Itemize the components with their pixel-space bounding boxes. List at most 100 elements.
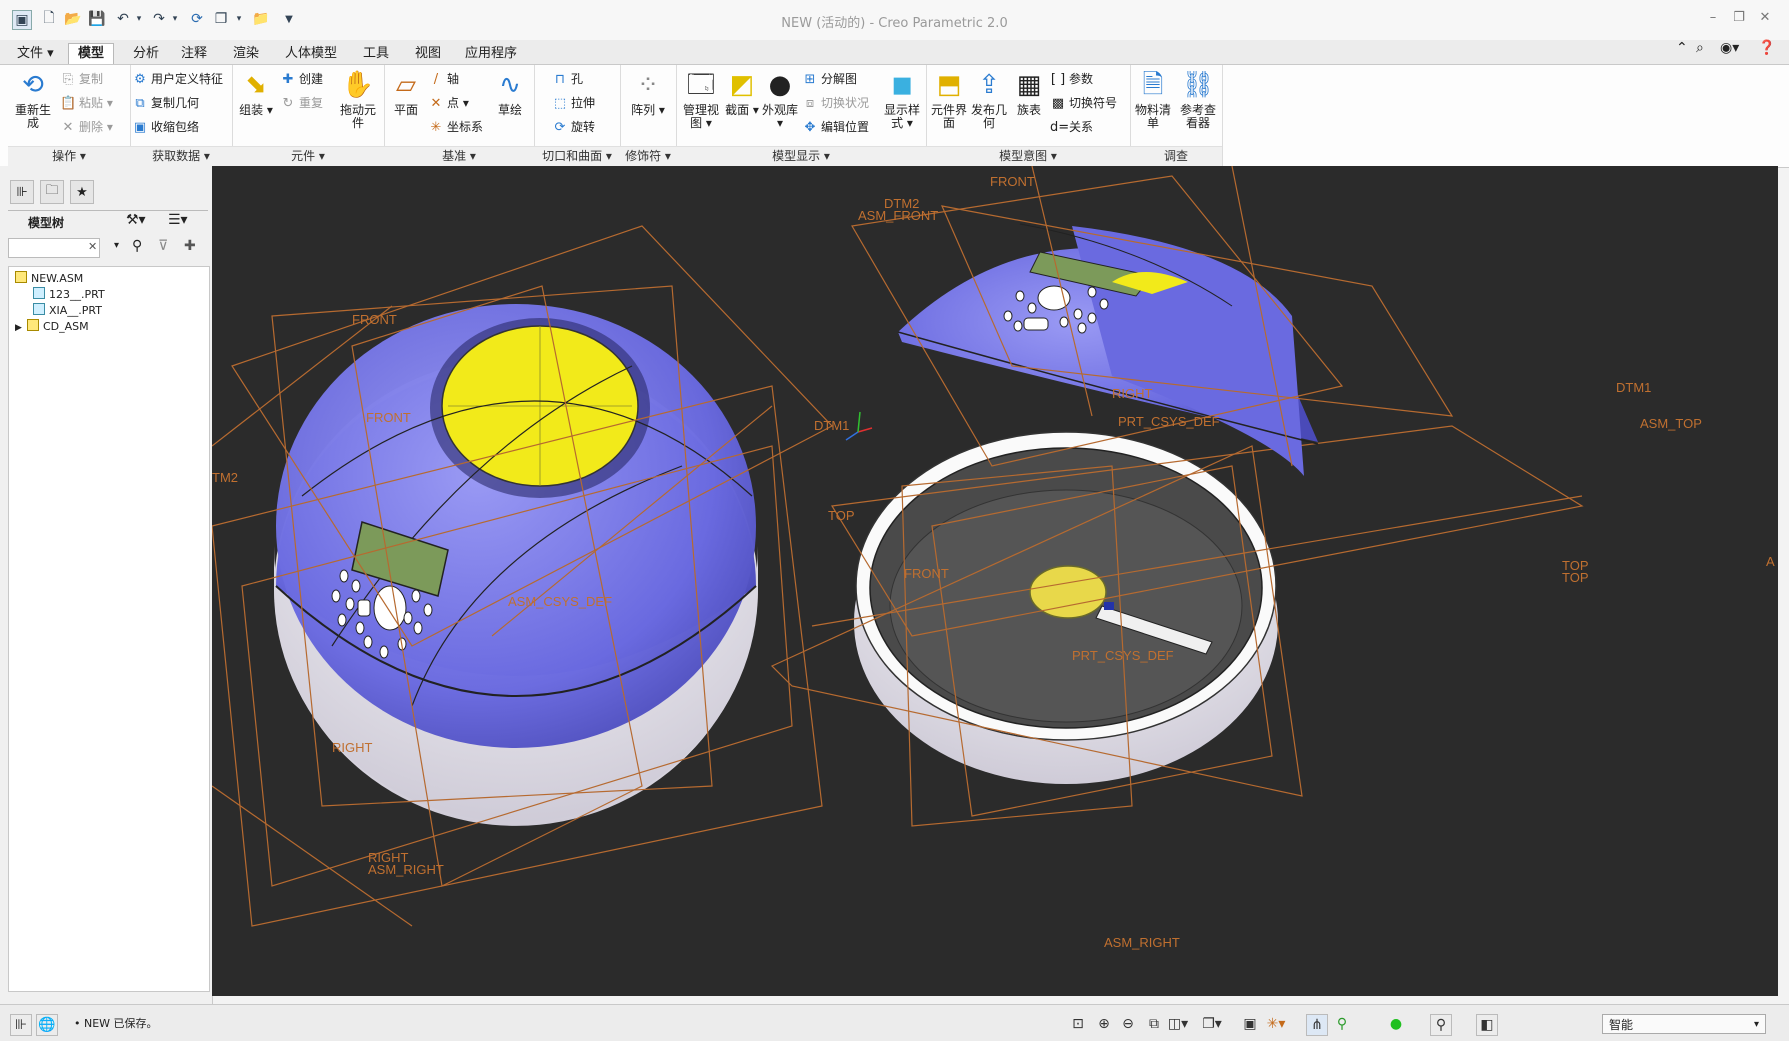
group-label[interactable]: 获取数据 ▾ (130, 146, 232, 166)
group-label[interactable]: 模型显示 ▾ (676, 146, 926, 166)
minimize-icon[interactable]: – (1704, 10, 1722, 28)
family-table-button[interactable]: ▦ 族表 (1010, 69, 1048, 117)
browser-icon[interactable]: 🌐 (36, 1014, 58, 1036)
zoom-out-icon[interactable]: ⊖ (1118, 1014, 1138, 1034)
tab-render[interactable]: 渲染 (224, 44, 268, 64)
ribbon: ⟲ 重新生成 ⎘ 复制 📋 粘贴 ▾ ✕ 删除 ▾ 操作 ▾ ⚙ 用户定义特征 ⧉ 复制几… (0, 64, 1789, 168)
help-icon[interactable]: ❓ (1758, 40, 1775, 56)
axis-button[interactable]: / 轴 (428, 69, 459, 89)
delete-button[interactable]: ✕ 删除 ▾ (60, 117, 113, 137)
tab-model[interactable]: 模型 (68, 43, 115, 64)
find-icon[interactable]: ⚲ (132, 238, 142, 254)
bom-button[interactable]: 🗎 物料清单 (1132, 69, 1174, 130)
appearance-gallery-button[interactable]: ● 外观库 ▾ (762, 69, 798, 130)
toggle-state-button[interactable]: ⧈ 切换状况 (802, 93, 869, 113)
tree-item-new-asm[interactable]: NEW.ASM (15, 271, 83, 285)
minimize-ribbon-icon[interactable]: ⌃ (1676, 40, 1688, 56)
paste-button[interactable]: 📋 粘贴 ▾ (60, 93, 113, 113)
model-tree-tab[interactable]: ⊪ (10, 180, 34, 204)
clear-search-icon[interactable]: ✕ (88, 240, 97, 253)
section-button[interactable]: ◩ 截面 ▾ (724, 69, 760, 117)
toggle-navigator-icon[interactable]: ⊪ (10, 1014, 32, 1036)
model-view[interactable]: FRONT DTM2 ASM_FRONT FRONT FRONT TM2 DTM… (211, 165, 1778, 996)
tab-view[interactable]: 视图 (406, 44, 450, 64)
tab-analysis[interactable]: 分析 (124, 44, 168, 64)
group-label[interactable]: 模型意图 ▾ (926, 146, 1130, 166)
zoom-fit-icon[interactable]: ⊡ (1068, 1014, 1088, 1034)
hole-button[interactable]: ⊓ 孔 (552, 69, 583, 89)
graphics-window[interactable]: FRONT DTM2 ASM_FRONT FRONT FRONT TM2 DTM… (211, 165, 1778, 996)
revolve-button[interactable]: ⟳ 旋转 (552, 117, 595, 137)
repeat-button[interactable]: ↻ 重复 (280, 93, 323, 113)
group-model-intent: ⬒ 元件界面 ⇪ 发布几何 ▦ 族表 [ ] 参数 ▩ 切换符号 d=关系 模型意图… (926, 65, 1131, 166)
point-button[interactable]: ✕ 点 ▾ (428, 93, 469, 113)
repaint-icon[interactable]: ⧉ (1144, 1014, 1164, 1034)
parameters-button[interactable]: [ ] 参数 (1050, 69, 1093, 89)
copy-geometry-button[interactable]: ⧉ 复制几何 (132, 93, 199, 113)
add-column-icon[interactable]: ✚ (184, 238, 196, 254)
publish-geometry-button[interactable]: ⇪ 发布几何 (970, 69, 1008, 130)
edit-position-button[interactable]: ✥ 编辑位置 (802, 117, 869, 137)
right-lower-assembly[interactable] (770, 425, 1584, 827)
left-assembly[interactable] (211, 225, 833, 927)
tree-item-123-prt[interactable]: 123__.PRT (33, 287, 105, 301)
filter-icon[interactable]: ⊽ (158, 238, 168, 254)
annotation-display-icon[interactable]: ⋔ (1306, 1014, 1328, 1036)
tree-show-icon[interactable]: ☰▾ (168, 212, 188, 228)
search-dropdown-icon[interactable]: ▾ (114, 240, 119, 251)
csys-button[interactable]: ✳ 坐标系 (428, 117, 483, 137)
manage-views-button[interactable]: 🗔 管理视图 ▾ (680, 69, 722, 130)
tree-settings-icon[interactable]: ⚒▾ (126, 212, 146, 228)
selected-items-icon[interactable]: ◧ (1476, 1014, 1498, 1036)
create-component-button[interactable]: ✚ 创建 (280, 69, 323, 89)
regenerate-button[interactable]: ⟲ 重新生成 (12, 69, 54, 130)
tab-applications[interactable]: 应用程序 (456, 44, 526, 64)
datum-display-icon[interactable]: ✳▾ (1266, 1014, 1286, 1034)
display-style-button[interactable]: ◼ 显示样式 ▾ (880, 69, 924, 130)
community-icon[interactable]: ◉▾ (1720, 40, 1739, 56)
group-label[interactable]: 元件 ▾ (232, 146, 384, 166)
search-icon[interactable]: ⌕ (1696, 40, 1704, 56)
group-label[interactable]: 基准 ▾ (384, 146, 534, 166)
saved-views-icon[interactable]: ❐▾ (1202, 1014, 1222, 1034)
tab-tools[interactable]: 工具 (354, 44, 398, 64)
zoom-in-icon[interactable]: ⊕ (1094, 1014, 1114, 1034)
tree-item-cd-asm[interactable]: ▶ CD_ASM (15, 319, 89, 333)
shrinkwrap-button[interactable]: ▣ 收缩包络 (132, 117, 199, 137)
drag-component-button[interactable]: ✋ 拖动元件 (336, 69, 380, 130)
tab-manikin[interactable]: 人体模型 (276, 44, 346, 64)
group-label: 调查 (1130, 146, 1222, 166)
restore-icon[interactable]: ❐ (1730, 10, 1748, 28)
expand-icon[interactable]: ▶ (15, 323, 27, 333)
close-icon[interactable]: ✕ (1756, 10, 1774, 28)
tab-annotate[interactable]: 注释 (172, 44, 216, 64)
tree-search-input[interactable] (8, 238, 100, 258)
selection-filter-dropdown[interactable]: 智能 ▾ (1602, 1014, 1766, 1034)
reference-viewer-button[interactable]: ⛓ 参考查看器 (1176, 69, 1220, 130)
group-label[interactable]: 修饰符 ▾ (620, 146, 676, 166)
group-label[interactable]: 切口和曲面 ▾ (534, 146, 620, 166)
pattern-button[interactable]: ⁘ 阵列 ▾ (624, 69, 672, 117)
assemble-button[interactable]: ⬊ 组装 ▾ (236, 69, 276, 117)
folder-browser-tab[interactable]: 🗀 (40, 180, 64, 204)
section-icon: ◩ (729, 69, 755, 100)
switch-symbols-button[interactable]: ▩ 切换符号 (1050, 93, 1117, 113)
explode-view-button[interactable]: ⊞ 分解图 (802, 69, 857, 89)
relations-button[interactable]: d=关系 (1050, 117, 1093, 137)
display-style-icon[interactable]: ▣ (1240, 1014, 1260, 1034)
tab-file[interactable]: 文件 ▾ (8, 44, 63, 64)
copy-button[interactable]: ⎘ 复制 (60, 69, 103, 89)
sketch-button[interactable]: ∿ 草绘 (490, 69, 530, 117)
group-label[interactable]: 操作 ▾ (8, 146, 130, 166)
view-orientation-icon[interactable]: ◫▾ (1168, 1014, 1188, 1034)
tree-item-xia-prt[interactable]: XIA__.PRT (33, 303, 102, 317)
udf-button[interactable]: ⚙ 用户定义特征 (132, 69, 223, 89)
paste-icon: 📋 (60, 96, 77, 111)
extrude-button[interactable]: ⬚ 拉伸 (552, 93, 595, 113)
find-icon[interactable]: ⚲ (1430, 1014, 1452, 1036)
right-upper-assembly[interactable] (851, 165, 1454, 476)
plane-button[interactable]: ▱ 平面 (386, 69, 426, 117)
component-interface-button[interactable]: ⬒ 元件界面 (930, 69, 968, 130)
spin-center-icon[interactable]: ⚲ (1332, 1014, 1352, 1034)
favorites-tab[interactable]: ★ (70, 180, 94, 204)
